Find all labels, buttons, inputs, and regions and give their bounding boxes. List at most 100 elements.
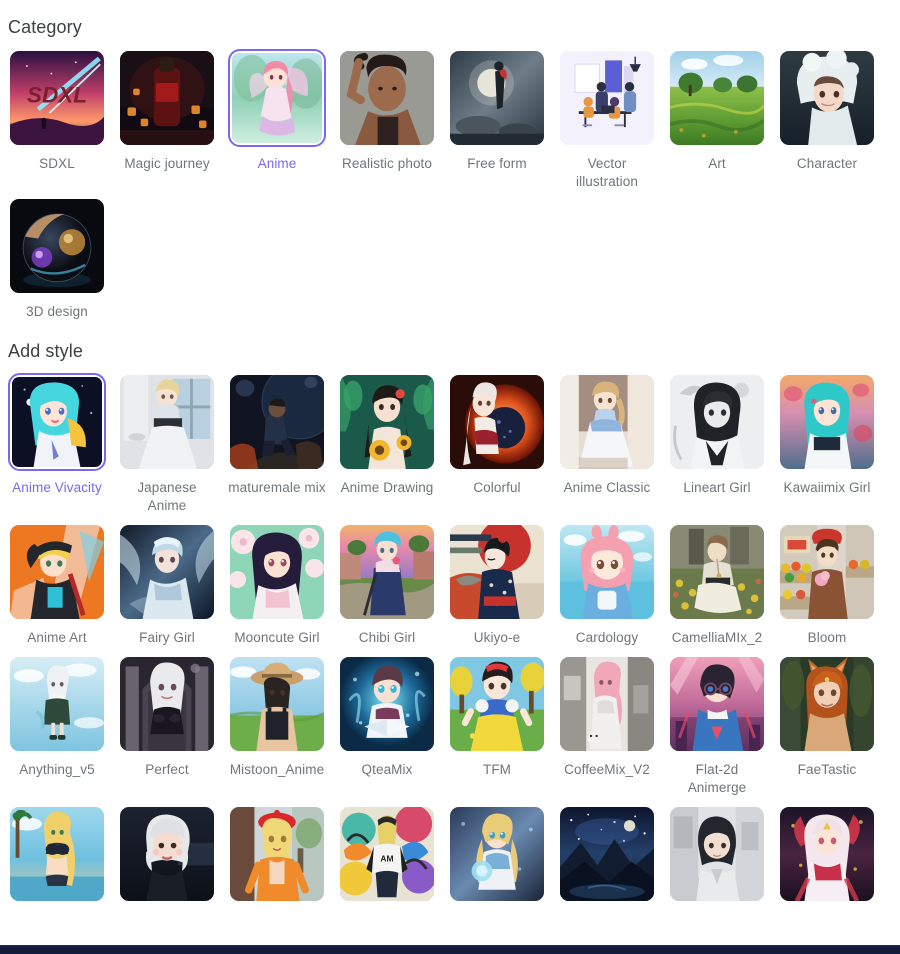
orange-pop-image bbox=[10, 525, 104, 619]
style-item-thumbnail bbox=[778, 805, 876, 903]
category-item-tile[interactable]: Free form bbox=[448, 49, 546, 191]
style-item-tile[interactable]: CamelliaMIx_2 bbox=[668, 523, 766, 647]
style-item-label: maturemale mix bbox=[228, 480, 326, 495]
category-item-thumbnail bbox=[448, 49, 546, 147]
style-item-tile[interactable]: Anything_v5 bbox=[8, 655, 106, 797]
sunflower-girl-image bbox=[340, 375, 434, 469]
style-item-tile[interactable] bbox=[668, 805, 766, 911]
realistic-portrait-image bbox=[340, 51, 434, 145]
style-item-label: TFM bbox=[482, 762, 512, 777]
category-item-label: Anime bbox=[257, 156, 297, 171]
ukiyo-image bbox=[450, 525, 544, 619]
style-item-label: Fairy Girl bbox=[139, 630, 195, 645]
style-item-tile[interactable] bbox=[228, 805, 326, 911]
style-item-tile[interactable]: Mooncute Girl bbox=[228, 523, 326, 647]
style-item-label: Flat-2d Animerge bbox=[687, 762, 747, 795]
night-sky-image bbox=[560, 807, 654, 901]
cyan-girl-image bbox=[12, 377, 102, 467]
beach-blonde-image bbox=[10, 807, 104, 901]
style-item-tile[interactable] bbox=[778, 805, 876, 911]
style-item-tile[interactable]: Ukiyo-e bbox=[448, 523, 546, 647]
vector-office-image bbox=[560, 51, 654, 145]
style-item-thumbnail bbox=[118, 805, 216, 903]
style-item-tile[interactable] bbox=[448, 805, 546, 911]
category-item-tile[interactable]: Realistic photo bbox=[338, 49, 436, 191]
style-item-tile[interactable]: Cardology bbox=[558, 523, 656, 647]
style-item-tile[interactable]: Colorful bbox=[448, 373, 546, 515]
bottom-bar-accent bbox=[0, 945, 900, 947]
category-item-tile[interactable]: Magic journey bbox=[118, 49, 216, 191]
style-item-thumbnail bbox=[228, 373, 326, 471]
category-item-tile[interactable]: Art bbox=[668, 49, 766, 191]
style-item-label: Mooncute Girl bbox=[234, 630, 320, 645]
style-item-tile[interactable]: Japanese Anime bbox=[118, 373, 216, 515]
style-item-tile[interactable]: TFM bbox=[448, 655, 546, 797]
style-item-thumbnail bbox=[558, 373, 656, 471]
category-item-tile[interactable]: 3D design bbox=[8, 197, 106, 321]
category-item-tile[interactable]: Anime bbox=[228, 49, 326, 191]
style-item-tile[interactable] bbox=[8, 805, 106, 911]
blue-dress-image bbox=[560, 375, 654, 469]
style-item-tile[interactable]: Fairy Girl bbox=[118, 523, 216, 647]
fox-fae-image bbox=[780, 657, 874, 751]
style-item-tile[interactable]: Anime Drawing bbox=[338, 373, 436, 515]
style-item-tile[interactable]: QteaMix bbox=[338, 655, 436, 797]
category-item-tile[interactable]: SDXL SDXL bbox=[8, 49, 106, 191]
scrollable-content[interactable]: Category SDXL SDXL Magic journey Anime R… bbox=[0, 0, 900, 945]
style-item-thumbnail bbox=[778, 523, 876, 621]
style-item-tile[interactable]: FaeTastic bbox=[778, 655, 876, 797]
graffiti-wall-image: AM bbox=[340, 807, 434, 901]
category-item-label: Art bbox=[708, 156, 726, 171]
style-item-tile[interactable]: CoffeeMix_V2 bbox=[558, 655, 656, 797]
add-style-section-title: Add style bbox=[8, 341, 83, 361]
style-item-thumbnail bbox=[778, 655, 876, 753]
style-item-tile[interactable]: Perfect bbox=[118, 655, 216, 797]
blossom-girl-image bbox=[230, 525, 324, 619]
style-item-thumbnail bbox=[118, 655, 216, 753]
fire-orb-image bbox=[450, 375, 544, 469]
style-item-thumbnail bbox=[448, 523, 546, 621]
category-item-thumbnail: SDXL bbox=[8, 49, 106, 147]
anime-fairy-image bbox=[232, 53, 322, 143]
style-item-tile[interactable] bbox=[558, 805, 656, 911]
style-item-tile[interactable]: Bloom bbox=[778, 523, 876, 647]
style-item-tile[interactable]: Anime Vivacity bbox=[8, 373, 106, 515]
red-ornate-image bbox=[780, 807, 874, 901]
style-item-tile[interactable]: AM bbox=[338, 805, 436, 911]
category-item-tile[interactable]: Character bbox=[778, 49, 876, 191]
sky-walk-image bbox=[10, 657, 104, 751]
category-item-label: Free form bbox=[467, 156, 527, 171]
svg-text:AM: AM bbox=[380, 854, 393, 864]
art-landscape-image bbox=[670, 51, 764, 145]
category-item-thumbnail bbox=[668, 49, 766, 147]
style-item-thumbnail bbox=[118, 523, 216, 621]
style-item-tile[interactable]: Lineart Girl bbox=[668, 373, 766, 515]
garden-sit-image bbox=[670, 525, 764, 619]
style-item-thumbnail bbox=[228, 523, 326, 621]
category-grid: SDXL SDXL Magic journey Anime Realistic … bbox=[0, 49, 900, 327]
style-item-tile[interactable]: Flat-2d Animerge bbox=[668, 655, 766, 797]
style-item-label: QteaMix bbox=[361, 762, 413, 777]
style-item-label: Ukiyo-e bbox=[473, 630, 521, 645]
style-item-label: Kawaiimix Girl bbox=[783, 480, 871, 495]
category-item-label: Vector illustration bbox=[576, 156, 638, 189]
style-item-thumbnail bbox=[448, 805, 546, 903]
category-item-thumbnail bbox=[338, 49, 436, 147]
style-item-label: Bloom bbox=[807, 630, 847, 645]
style-item-tile[interactable]: maturemale mix bbox=[228, 373, 326, 515]
style-item-tile[interactable]: Anime Classic bbox=[558, 373, 656, 515]
category-item-tile[interactable]: Vector illustration bbox=[558, 49, 656, 191]
style-item-tile[interactable]: Anime Art bbox=[8, 523, 106, 647]
style-item-label: Anything_v5 bbox=[19, 762, 95, 777]
style-item-tile[interactable] bbox=[118, 805, 216, 911]
style-item-tile[interactable]: Chibi Girl bbox=[338, 523, 436, 647]
style-item-tile[interactable]: Kawaiimix Girl bbox=[778, 373, 876, 515]
style-item-thumbnail bbox=[778, 373, 876, 471]
style-item-label: Chibi Girl bbox=[358, 630, 416, 645]
character-hood-image bbox=[780, 51, 874, 145]
style-item-thumbnail bbox=[338, 655, 436, 753]
style-item-thumbnail bbox=[668, 655, 766, 753]
category-item-thumbnail bbox=[228, 49, 326, 147]
add-style-grid: Anime Vivacity Japanese Anime maturemale bbox=[0, 373, 900, 919]
style-item-tile[interactable]: Mistoon_Anime bbox=[228, 655, 326, 797]
